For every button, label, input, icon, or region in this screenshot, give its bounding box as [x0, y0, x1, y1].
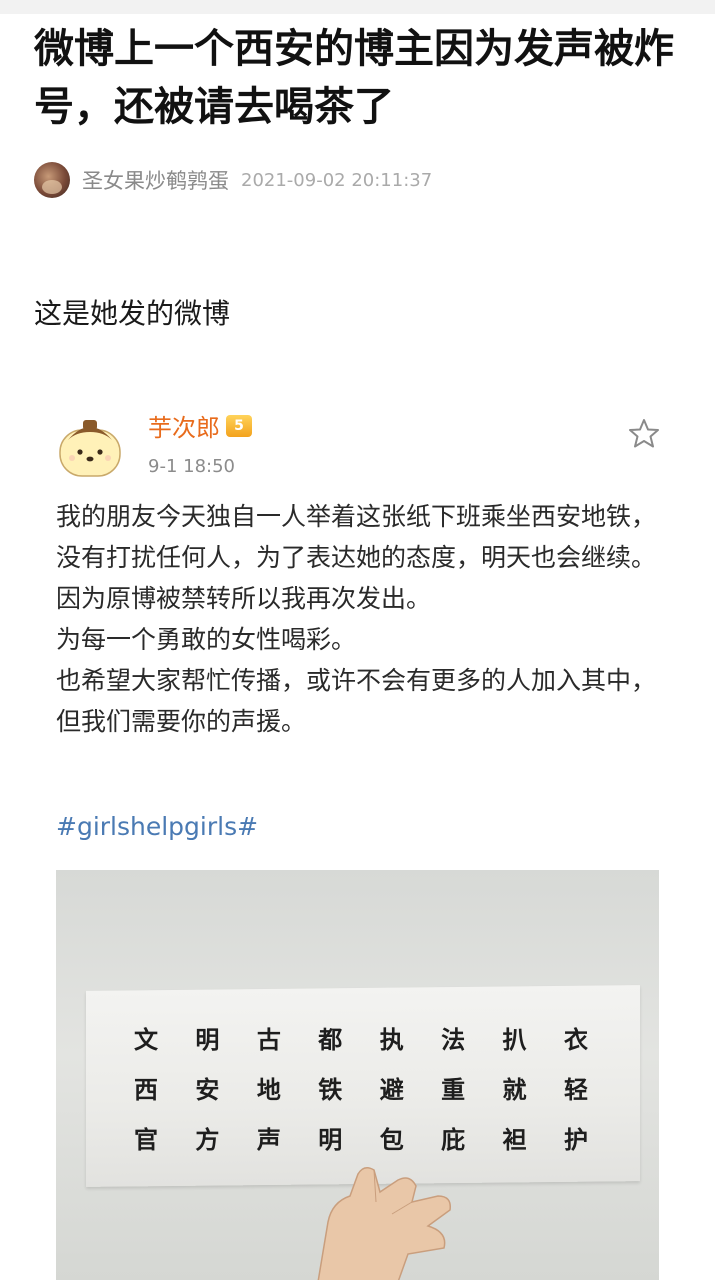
weibo-avatar[interactable] — [54, 410, 126, 482]
sign-char: 方 — [195, 1125, 220, 1154]
sign-char: 文 — [134, 1025, 158, 1054]
author-row: 圣女果炒鹌鹑蛋 2021-09-02 20:11:37 — [34, 160, 432, 200]
weibo-body: 我的朋友今天独自一人举着这张纸下班乘坐西安地铁，没有打扰任何人，为了表达她的态度… — [56, 496, 666, 742]
weibo-post-time: 9-1 18:50 — [148, 456, 235, 477]
sign-char: 都 — [318, 1025, 343, 1054]
author-name[interactable]: 圣女果炒鹌鹑蛋 — [82, 165, 229, 195]
sign-line: 文 明 古 都 执 法 扒 衣 — [126, 1020, 596, 1055]
sign-char: 明 — [195, 1025, 220, 1054]
article-title: 微博上一个西安的博主因为发声被炸号，还被请去喝茶了 — [34, 26, 674, 130]
vip-crown-badge-icon: 5 — [226, 414, 252, 437]
sign-char: 西 — [134, 1075, 158, 1104]
sign-char: 就 — [502, 1075, 527, 1104]
weibo-paragraph: 为每一个勇敢的女性喝彩。 — [56, 625, 357, 654]
intro-text: 这是她发的微博 — [34, 297, 231, 330]
weibo-username[interactable]: 芋次郎 — [148, 408, 220, 443]
hashtag-link[interactable]: #girlshelpgirls# — [56, 812, 258, 841]
post-timestamp: 2021-09-02 20:11:37 — [241, 169, 433, 191]
sign-line: 西 安 地 铁 避 重 就 轻 — [126, 1070, 596, 1105]
sign-char: 地 — [256, 1075, 281, 1104]
sign-char: 避 — [379, 1075, 404, 1104]
author-avatar[interactable] — [34, 162, 70, 198]
sign-char: 袒 — [502, 1125, 527, 1154]
top-strip — [0, 0, 715, 14]
sign-char: 庇 — [441, 1125, 466, 1154]
sign-char: 安 — [195, 1075, 220, 1104]
sign-char: 执 — [379, 1025, 404, 1054]
sign-char: 衣 — [563, 1025, 588, 1054]
sign-char: 轻 — [563, 1075, 588, 1104]
weibo-paragraph: 我的朋友今天独自一人举着这张纸下班乘坐西安地铁，没有打扰任何人，为了表达她的态度… — [56, 502, 657, 613]
weibo-paragraph: 也希望大家帮忙传播，或许不会有更多的人加入其中，但我们需要你的声援。 — [56, 666, 657, 736]
sign-char: 古 — [256, 1025, 281, 1054]
weibo-username-row: 芋次郎 5 — [148, 408, 252, 443]
sign-char: 声 — [256, 1125, 281, 1154]
hand-holding-sign — [317, 1167, 451, 1280]
sign-char: 铁 — [318, 1075, 343, 1104]
sign-char: 重 — [441, 1075, 466, 1104]
sign-char: 护 — [563, 1125, 588, 1154]
sign-char: 法 — [441, 1025, 466, 1054]
sign-char: 官 — [134, 1125, 158, 1154]
sign-char: 明 — [318, 1125, 343, 1154]
sign-char: 扒 — [502, 1025, 527, 1054]
sign-char: 包 — [379, 1125, 404, 1154]
star-outline-icon[interactable] — [628, 418, 660, 448]
protest-sign-photo[interactable]: 文 明 古 都 执 法 扒 衣 西 安 地 铁 避 重 就 轻 官 方 声 明 … — [56, 870, 659, 1280]
sign-line: 官 方 声 明 包 庇 袒 护 — [126, 1120, 596, 1155]
